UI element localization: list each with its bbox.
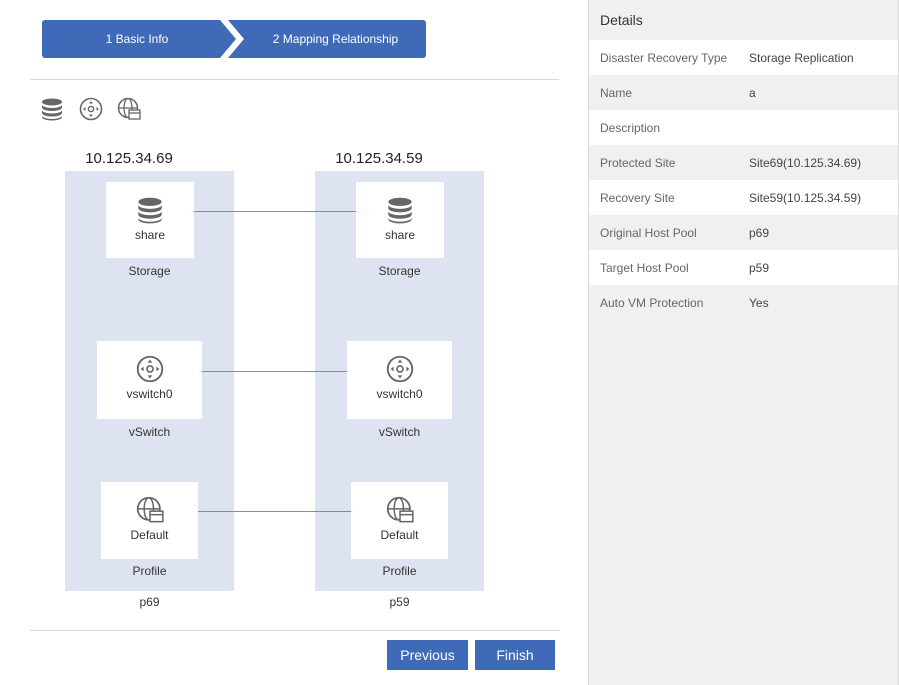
source-vswitch-category: vSwitch xyxy=(128,425,171,439)
storage-icon xyxy=(388,197,412,224)
target-pool-label: p59 xyxy=(389,595,410,609)
target-vswitch-category: vSwitch xyxy=(378,425,421,439)
details-row-key: Target Host Pool xyxy=(600,260,689,275)
profile-icon xyxy=(136,496,164,523)
details-row: Target Host Pool p59 xyxy=(589,250,898,285)
target-profile-node[interactable]: Default xyxy=(351,482,448,559)
details-row-key: Name xyxy=(600,85,633,100)
source-storage-category: Storage xyxy=(128,264,171,278)
details-list: Disaster Recovery Type Storage Replicatio… xyxy=(589,40,898,320)
target-storage-category: Storage xyxy=(378,264,421,278)
details-row-value: p59 xyxy=(749,260,770,275)
details-row: Auto VM Protection Yes xyxy=(589,285,898,320)
step-mapping-label: 2 Mapping Relationship xyxy=(272,32,399,46)
divider-bottom xyxy=(30,630,559,631)
source-profile-category: Profile xyxy=(132,564,167,578)
target-vswitch-name: vswitch0 xyxy=(376,387,423,401)
storage-icon[interactable] xyxy=(40,97,64,121)
source-storage-node[interactable]: share xyxy=(106,182,194,258)
source-vswitch-node[interactable]: vswitch0 xyxy=(97,341,202,419)
wizard-stepper: 1 Basic Info 2 Mapping Relationship xyxy=(42,20,426,58)
details-row: Name a xyxy=(589,75,898,110)
target-site-ip: 10.125.34.59 xyxy=(335,150,423,167)
details-row-value: Storage Replication xyxy=(749,50,854,65)
details-row-value: Site59(10.125.34.59) xyxy=(749,190,862,205)
details-row: Original Host Pool p69 xyxy=(589,215,898,250)
details-row: Description xyxy=(589,110,898,145)
step-chevron-divider xyxy=(220,20,244,58)
details-row-key: Original Host Pool xyxy=(600,225,697,240)
target-storage-name: share xyxy=(384,228,416,242)
previous-button[interactable]: Previous xyxy=(387,640,468,670)
details-row-value: p69 xyxy=(749,225,770,240)
details-row-value: Yes xyxy=(749,295,769,310)
details-row-key: Description xyxy=(600,120,661,135)
details-row-key: Protected Site xyxy=(600,155,676,170)
details-row-key: Auto VM Protection xyxy=(600,295,704,310)
details-row: Protected Site Site69(10.125.34.69) xyxy=(589,145,898,180)
source-pool-label: p69 xyxy=(139,595,160,609)
finish-button[interactable]: Finish xyxy=(475,640,555,670)
target-storage-node[interactable]: share xyxy=(356,182,444,258)
step-basic-info-label: 1 Basic Info xyxy=(105,32,169,46)
step-basic-info[interactable]: 1 Basic Info xyxy=(42,20,232,58)
step-mapping-relationship[interactable]: 2 Mapping Relationship xyxy=(225,20,426,58)
details-row: Recovery Site Site59(10.125.34.59) xyxy=(589,180,898,215)
source-storage-name: share xyxy=(134,228,166,242)
details-row-key: Disaster Recovery Type xyxy=(600,50,728,65)
details-row: Disaster Recovery Type Storage Replicatio… xyxy=(589,40,898,75)
source-vswitch-name: vswitch0 xyxy=(126,387,173,401)
vswitch-icon xyxy=(136,355,163,383)
target-vswitch-node[interactable]: vswitch0 xyxy=(347,341,452,419)
source-site-ip: 10.125.34.69 xyxy=(85,150,173,167)
target-profile-name: Default xyxy=(380,528,419,542)
details-row-value: a xyxy=(749,85,756,100)
storage-icon xyxy=(138,197,162,224)
divider-top xyxy=(30,79,559,80)
profile-icon xyxy=(386,496,414,523)
dr-wizard-window: 1 Basic Info 2 Mapping Relationship 10.1… xyxy=(0,0,899,685)
vswitch-icon[interactable] xyxy=(79,97,103,121)
target-profile-category: Profile xyxy=(382,564,417,578)
details-row-value: Site69(10.125.34.69) xyxy=(749,155,862,170)
source-profile-node[interactable]: Default xyxy=(101,482,198,559)
source-profile-name: Default xyxy=(130,528,169,542)
details-row-key: Recovery Site xyxy=(600,190,675,205)
details-title: Details xyxy=(600,12,643,28)
profile-icon[interactable] xyxy=(117,97,141,121)
vswitch-icon xyxy=(386,355,413,383)
details-panel: Details Disaster Recovery Type Storage Re… xyxy=(588,0,899,685)
